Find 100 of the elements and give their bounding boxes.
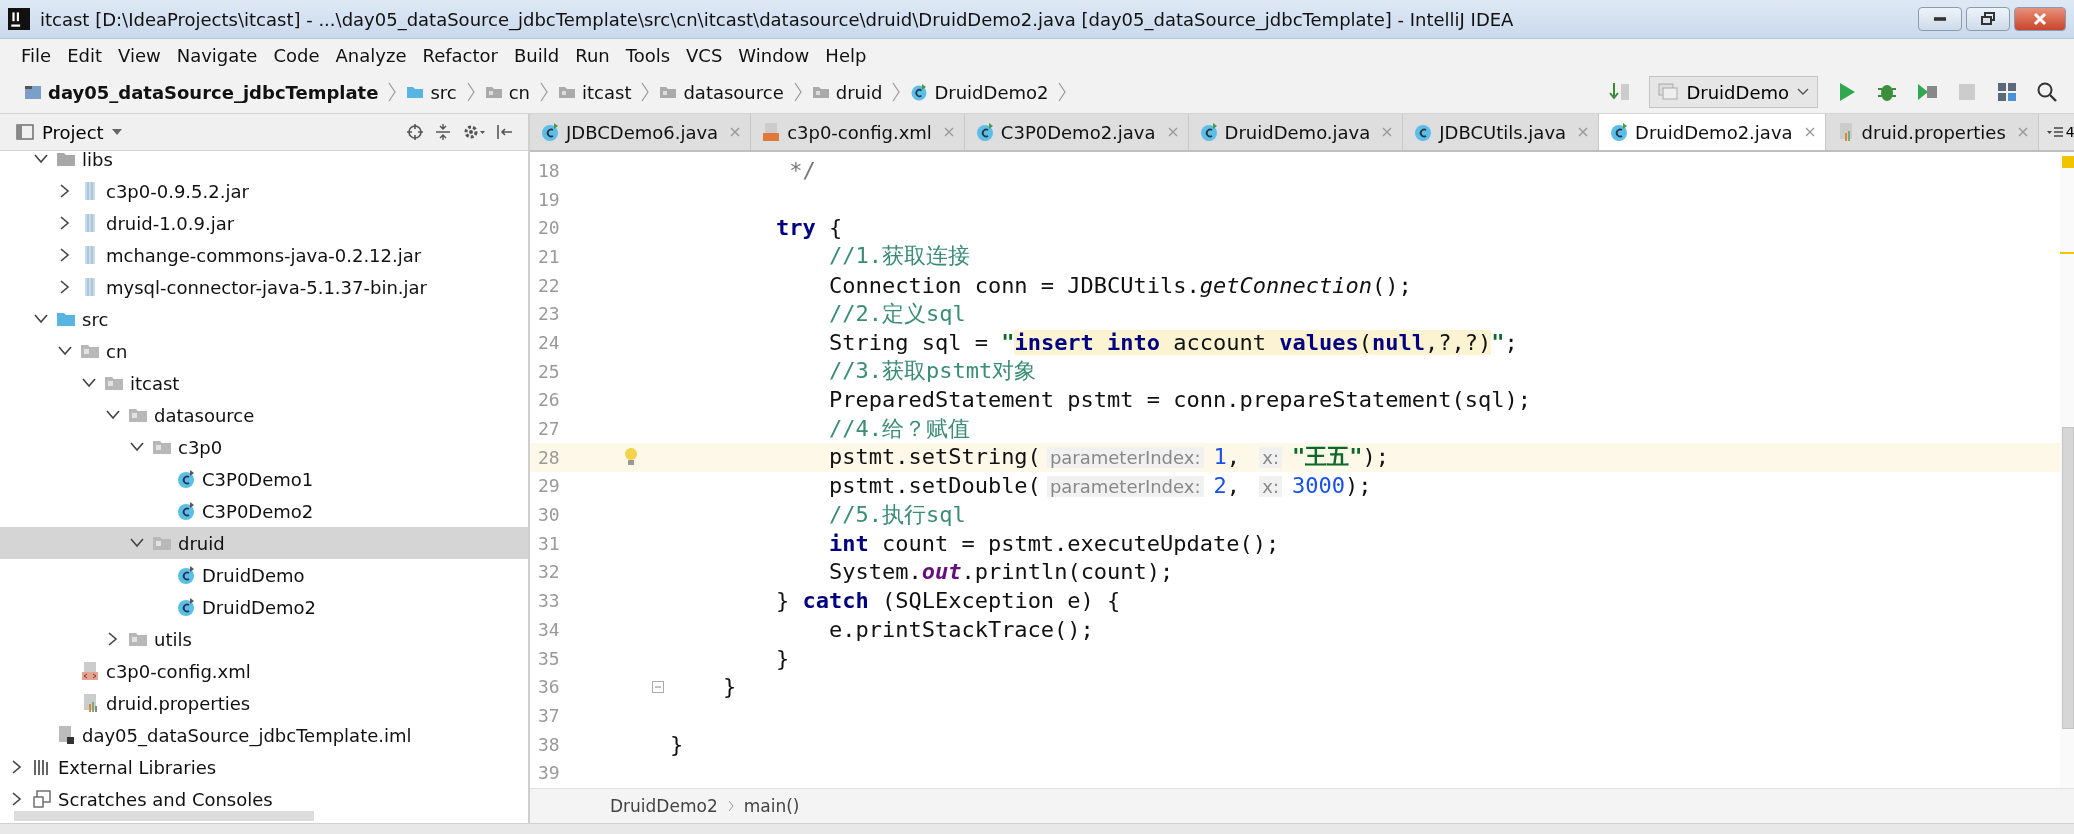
tree-item[interactable]: src [0, 303, 528, 335]
breadcrumb-item[interactable]: itcast [582, 81, 632, 103]
line-number: 36 [537, 676, 561, 698]
chevron-right-icon[interactable] [60, 184, 70, 198]
editor-tab[interactable]: DruidDemo2.java [1599, 114, 1826, 150]
tree-item[interactable]: DruidDemo2 [0, 591, 528, 623]
chevron-right-icon[interactable] [60, 216, 70, 230]
search-icon[interactable] [2036, 81, 2058, 103]
vertical-scrollbar[interactable] [2062, 427, 2074, 729]
breadcrumb-item[interactable]: druid [835, 81, 883, 103]
line-number: 21 [537, 245, 561, 267]
tree-item[interactable]: druid.properties [0, 687, 528, 719]
code-method: getConnection [1199, 272, 1372, 298]
chevron-down-icon[interactable] [34, 154, 48, 164]
project-structure-icon[interactable] [1996, 81, 2018, 103]
editor-tab[interactable]: JDBCDemo6.java [530, 114, 752, 150]
close-button[interactable] [2014, 7, 2066, 31]
tree-item[interactable]: libs [0, 143, 528, 175]
code-keyword: catch [802, 588, 869, 614]
tree-item[interactable]: c3p0-config.xml [0, 655, 528, 687]
code-editor[interactable] [530, 152, 2074, 788]
breadcrumb-item[interactable]: day05_dataSource_jdbcTemplate [48, 81, 379, 103]
tree-item[interactable]: datasource [0, 399, 528, 431]
minimize-button[interactable] [1918, 7, 1962, 31]
menu-item[interactable]: Help [818, 42, 874, 68]
lightbulb-icon[interactable] [624, 447, 638, 468]
class-icon [176, 565, 196, 585]
menu-item[interactable]: Navigate [169, 42, 265, 68]
code-text: Connection conn = JDBCUtils. [827, 272, 1200, 298]
tree-item[interactable]: External Libraries [0, 751, 528, 783]
warning-marker[interactable] [2060, 252, 2074, 254]
project-view-dropdown[interactable]: Project [10, 119, 128, 145]
menu-item[interactable]: Code [266, 42, 327, 68]
chevron-down-icon[interactable] [106, 410, 120, 420]
chevron-right-icon[interactable] [12, 792, 22, 806]
chevron-right-icon[interactable] [60, 248, 70, 262]
menu-item[interactable]: Edit [60, 42, 109, 68]
line-number: 23 [537, 303, 561, 325]
menu-item[interactable]: File [14, 42, 59, 68]
tree-item[interactable]: druid [0, 527, 528, 559]
target-icon[interactable] [406, 123, 424, 141]
sort-icon[interactable] [1609, 81, 1632, 103]
menu-item[interactable]: Tools [618, 42, 678, 68]
menu-item[interactable]: View [111, 42, 168, 68]
menu-item[interactable]: Build [507, 42, 567, 68]
menu-item[interactable]: VCS [679, 42, 730, 68]
chevron-right-icon[interactable] [12, 760, 22, 774]
horizontal-scrollbar[interactable] [14, 811, 314, 821]
tree-item[interactable]: C3P0Demo1 [0, 463, 528, 495]
collapse-all-icon[interactable] [434, 123, 452, 141]
coverage-icon[interactable] [1916, 81, 1938, 103]
sql-text: ,?,?) [1425, 329, 1492, 355]
tree-item[interactable]: itcast [0, 367, 528, 399]
breadcrumb-item[interactable]: main() [743, 796, 800, 816]
tree-item[interactable]: c3p0-0.9.5.2.jar [0, 175, 528, 207]
hide-panel-icon[interactable] [496, 123, 514, 141]
breadcrumb-item[interactable]: DruidDemo2 [934, 81, 1049, 103]
line-number: 26 [537, 389, 561, 411]
hidden-tabs-button[interactable]: 4 [2038, 114, 2074, 150]
chevron-right-icon[interactable] [60, 280, 70, 294]
chevron-down-icon[interactable] [130, 442, 144, 452]
chevron-down-icon[interactable] [58, 346, 72, 356]
tree-item[interactable]: c3p0 [0, 431, 528, 463]
class-icon [176, 597, 196, 617]
sql-keyword: null [1372, 329, 1426, 355]
menu-item[interactable]: Run [568, 42, 617, 68]
menu-item[interactable]: Window [731, 42, 817, 68]
tree-item[interactable]: mysql-connector-java-5.1.37-bin.jar [0, 271, 528, 303]
tree-item[interactable]: C3P0Demo2 [0, 495, 528, 527]
chevron-down-icon[interactable] [34, 314, 48, 324]
chevron-right-icon[interactable] [108, 632, 118, 646]
close-icon[interactable] [1804, 127, 1815, 137]
fold-marker-icon[interactable] [652, 680, 664, 693]
menu-item[interactable]: Analyze [328, 42, 414, 68]
breadcrumb-item[interactable]: cn [508, 81, 530, 103]
run-configuration-dropdown[interactable]: DruidDemo [1649, 76, 1818, 108]
editor-tab[interactable]: c3p0-config.xml [751, 114, 965, 150]
code-comment: //5.执行sql [827, 501, 966, 527]
tree-item[interactable]: mchange-commons-java-0.2.12.jar [0, 239, 528, 271]
code-text: e.printStackTrace(); [827, 616, 1094, 642]
editor-tab[interactable]: druid.properties [1825, 114, 2039, 150]
tree-item[interactable]: utils [0, 623, 528, 655]
tree-item[interactable]: druid-1.0.9.jar [0, 207, 528, 239]
settings-icon[interactable] [462, 123, 486, 141]
breadcrumb-item[interactable]: datasource [683, 81, 784, 103]
maximize-button[interactable] [1966, 7, 2010, 31]
menu-item[interactable]: Refactor [415, 42, 505, 68]
chevron-down-icon[interactable] [82, 378, 96, 388]
breadcrumb-item[interactable]: src [430, 81, 457, 103]
editor-tab[interactable]: C3P0Demo2.java [964, 114, 1189, 150]
breadcrumb-item[interactable]: DruidDemo2 [610, 796, 718, 816]
tree-item[interactable]: day05_dataSource_jdbcTemplate.iml [0, 719, 528, 751]
tree-item[interactable]: cn [0, 335, 528, 367]
chevron-down-icon[interactable] [130, 538, 144, 548]
tree-item[interactable]: Scratches and Consoles [0, 783, 528, 811]
tree-item[interactable]: DruidDemo [0, 559, 528, 591]
module-file-icon [56, 725, 76, 745]
editor-tab[interactable]: JDBCUtils.java [1403, 114, 1600, 150]
editor-tab[interactable]: DruidDemo.java [1188, 114, 1404, 150]
code-string: "王五" [1292, 444, 1363, 470]
